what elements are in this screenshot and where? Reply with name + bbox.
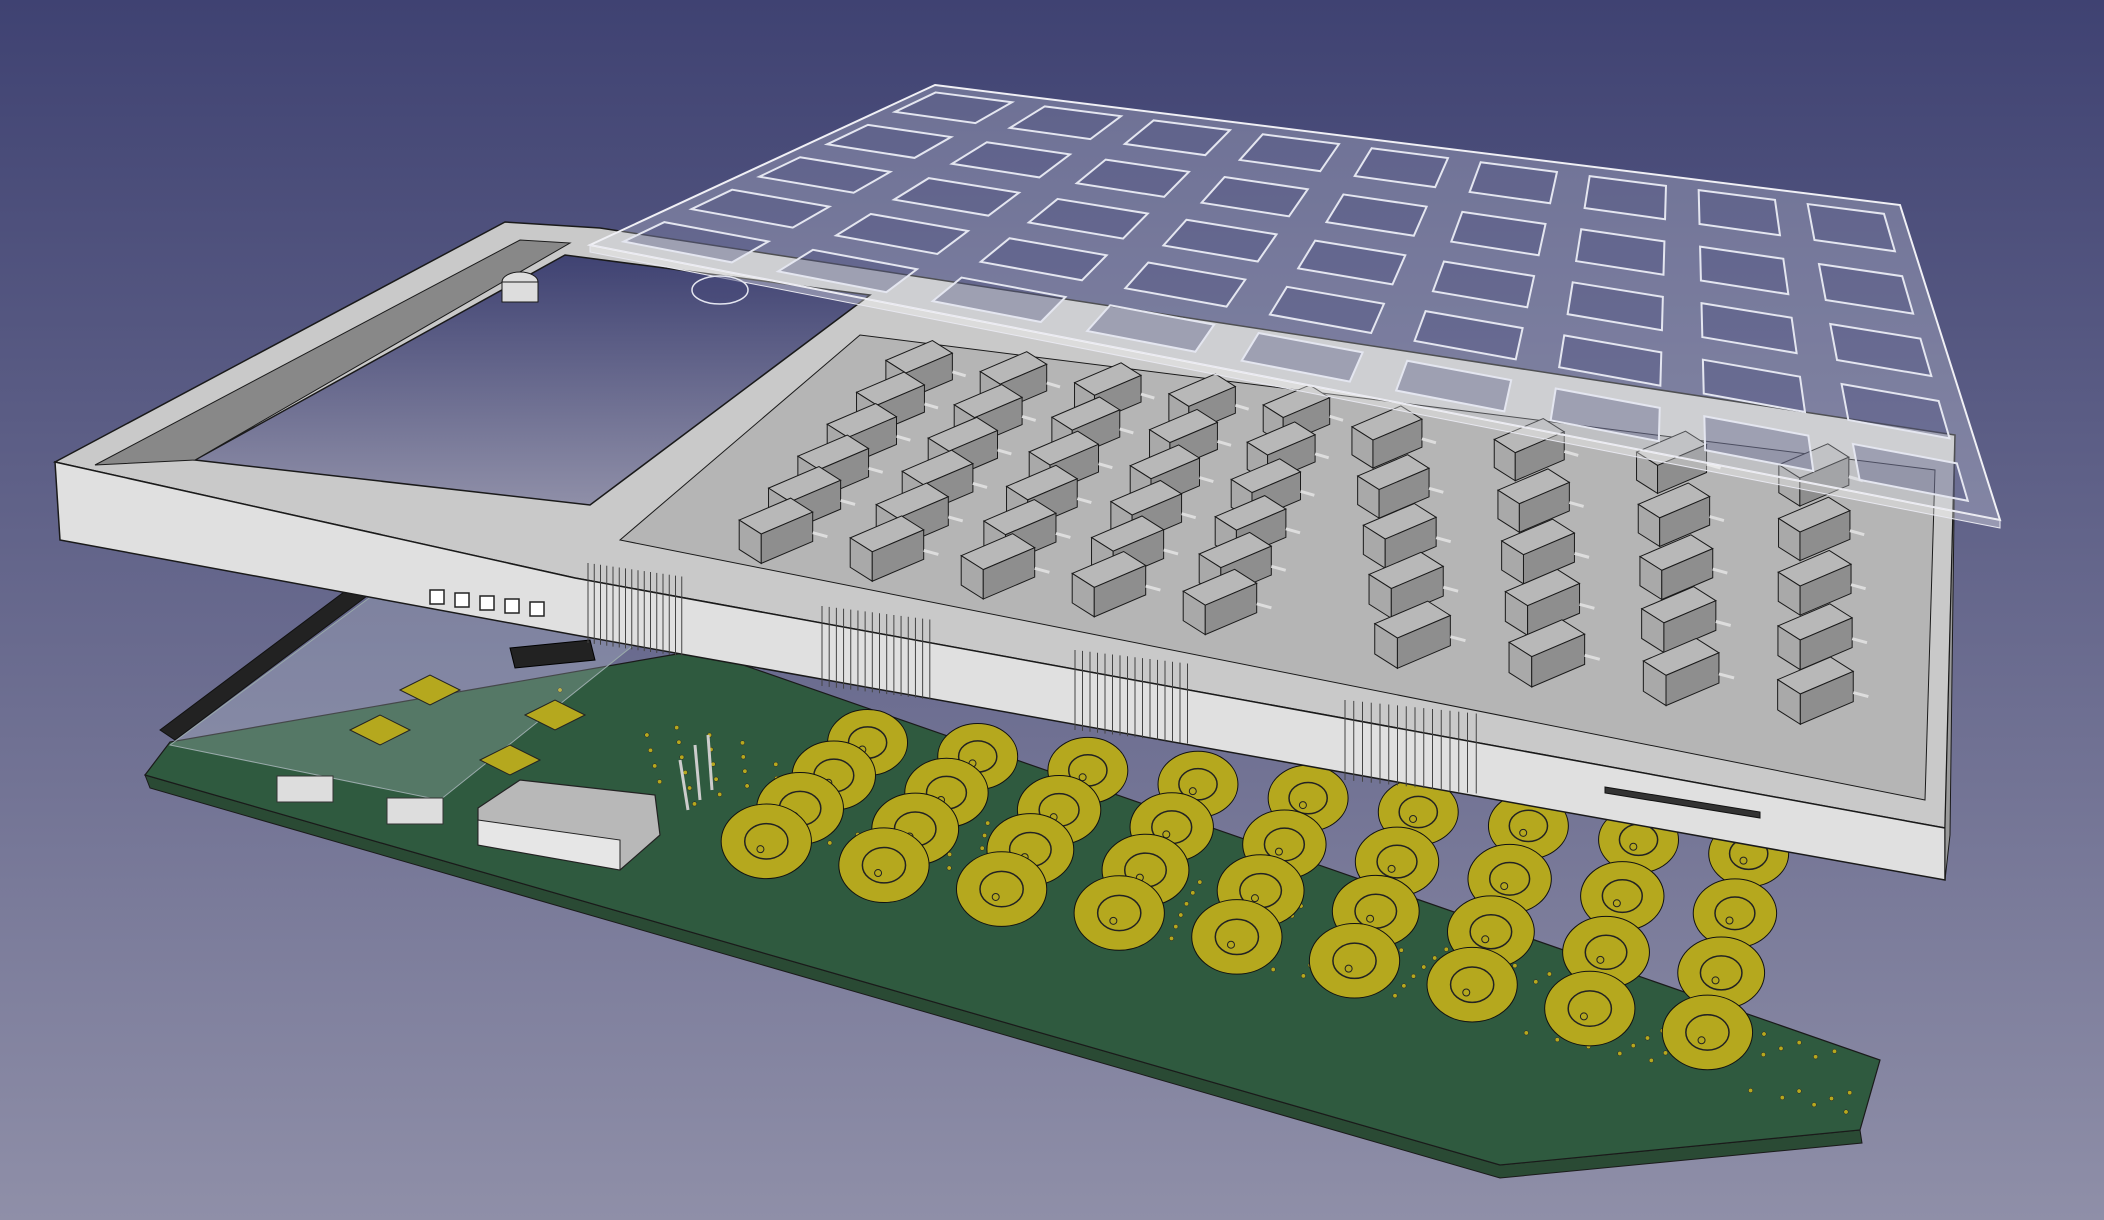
calculator-assembly-scene <box>0 0 2104 1220</box>
via <box>1778 1045 1784 1051</box>
via <box>1796 1088 1802 1094</box>
via <box>1761 1031 1767 1037</box>
via <box>1421 964 1427 970</box>
via <box>1411 973 1416 979</box>
via <box>1645 1035 1650 1041</box>
via <box>1300 973 1306 979</box>
port-hole <box>429 589 445 605</box>
via <box>657 779 663 785</box>
via <box>648 747 653 753</box>
via <box>1443 946 1449 952</box>
via <box>676 739 682 745</box>
via <box>644 732 650 738</box>
contact-pad <box>838 827 930 903</box>
via <box>1832 1048 1837 1054</box>
via <box>1169 935 1174 941</box>
contact-pad <box>720 803 812 880</box>
port-hole <box>529 601 545 617</box>
via <box>1392 993 1398 999</box>
via <box>1533 979 1539 985</box>
via <box>1779 1095 1785 1101</box>
via <box>692 801 697 807</box>
via <box>946 865 952 871</box>
via <box>1173 924 1179 930</box>
via <box>1748 1088 1754 1093</box>
via <box>740 754 746 760</box>
contact-pad <box>1191 899 1283 975</box>
overlay-notch <box>691 275 749 305</box>
via <box>1523 1030 1529 1036</box>
via <box>985 820 991 826</box>
switch <box>276 775 334 803</box>
contact-pad <box>1544 970 1636 1047</box>
contact-pad <box>1661 994 1754 1071</box>
via <box>1760 1052 1766 1058</box>
switch <box>386 797 444 825</box>
via <box>1554 1037 1560 1043</box>
via <box>1829 1096 1834 1101</box>
via <box>1184 901 1189 907</box>
via <box>687 785 693 791</box>
via <box>1270 967 1276 972</box>
via <box>1813 1054 1819 1060</box>
via <box>1401 983 1407 989</box>
via <box>1663 1050 1668 1056</box>
via <box>742 768 748 774</box>
via <box>1811 1102 1817 1108</box>
via <box>827 840 833 846</box>
via <box>1178 912 1184 918</box>
via <box>1398 947 1404 953</box>
via <box>1847 1090 1853 1096</box>
via <box>1796 1040 1802 1046</box>
via <box>713 776 719 782</box>
3d-viewport[interactable] <box>0 0 2104 1220</box>
via <box>979 845 985 851</box>
port-hole <box>504 598 520 614</box>
via <box>1630 1043 1636 1049</box>
via <box>1843 1109 1849 1115</box>
contact-pad <box>1426 946 1518 1023</box>
contact-pad <box>1692 878 1778 949</box>
via <box>773 761 779 767</box>
via <box>1432 955 1438 961</box>
via <box>674 725 680 731</box>
port-hole <box>479 595 495 611</box>
via <box>982 833 988 838</box>
contact-pad <box>1308 922 1401 999</box>
via <box>717 791 723 797</box>
via <box>1512 963 1518 969</box>
via <box>744 783 750 789</box>
via <box>1190 890 1196 896</box>
via <box>652 763 658 769</box>
port-hole <box>454 592 470 608</box>
screw-boss-wall <box>501 281 539 303</box>
via <box>740 740 745 746</box>
via <box>1648 1057 1654 1063</box>
contact-pad <box>1073 875 1165 951</box>
via <box>1197 879 1203 885</box>
contact-pad <box>955 851 1048 927</box>
via <box>679 754 685 760</box>
via <box>1546 971 1552 977</box>
via <box>1617 1051 1623 1056</box>
